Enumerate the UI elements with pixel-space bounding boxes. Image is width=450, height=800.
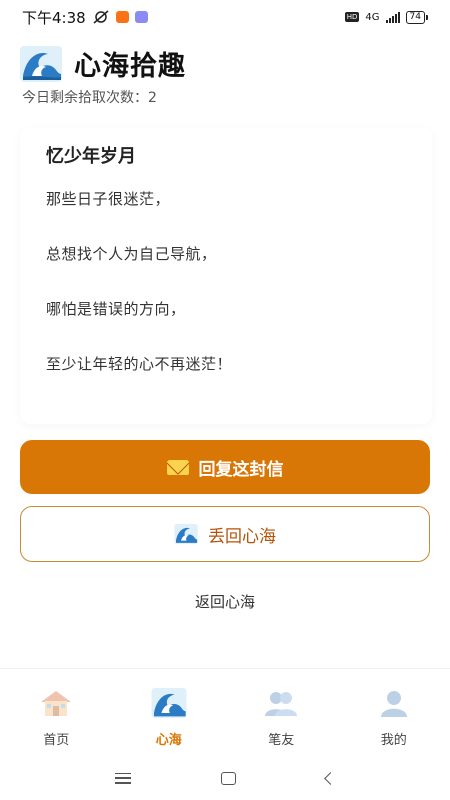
- letter-line: 哪怕是错误的方向，: [46, 300, 186, 318]
- app-header: 心海拾趣: [20, 44, 186, 83]
- tab-home-label: 首页: [43, 733, 70, 748]
- reply-letter-button[interactable]: 回复这封信: [20, 440, 430, 494]
- tab-ocean-label: 心海: [155, 733, 182, 748]
- back-to-sea-link[interactable]: 返回心海: [0, 591, 450, 612]
- battery-tip: [426, 14, 428, 20]
- chat-app-notification-icon: [134, 11, 148, 23]
- network-type: 4G: [365, 11, 380, 23]
- battery-icon: 74: [405, 10, 425, 24]
- letter-line: 那些日子很迷茫，: [46, 190, 171, 208]
- ocean-wave-icon: [174, 524, 198, 544]
- menu-icon[interactable]: [115, 772, 131, 784]
- system-nav-bar: [0, 756, 450, 800]
- hd-badge: HD: [344, 12, 360, 22]
- back-arrow-icon[interactable]: [324, 771, 337, 785]
- status-left: 下午4:38: [22, 7, 148, 28]
- person-icon: [376, 687, 412, 719]
- battery-level: 74: [409, 11, 421, 22]
- ocean-wave-icon: [151, 687, 187, 719]
- letter-line: 至少让年轻的心不再迷茫！: [46, 355, 233, 373]
- status-bar: 下午4:38 HD 4G 74: [0, 0, 450, 34]
- mail-app-notification-icon: [115, 11, 129, 23]
- bottom-tab-bar: 首页 心海 笔友 我的: [0, 668, 450, 754]
- home-square-icon[interactable]: [221, 771, 236, 785]
- tab-profile[interactable]: 我的: [354, 687, 434, 748]
- app-title: 心海拾趣: [74, 51, 186, 82]
- tab-penpals[interactable]: 笔友: [241, 687, 321, 748]
- signal-icon: [385, 11, 400, 23]
- tab-home[interactable]: 首页: [16, 687, 96, 748]
- status-time: 下午4:38: [22, 8, 86, 27]
- toss-back-label: 丢回心海: [208, 526, 276, 547]
- remaining-picks-text: 今日剩余拾取次数：2: [22, 90, 157, 106]
- letter-card: 忆少年岁月 那些日子很迷茫， 总想找个人为自己导航， 哪怕是错误的方向， 至少让…: [20, 128, 432, 424]
- status-right: HD 4G 74: [344, 10, 428, 24]
- tab-profile-label: 我的: [380, 733, 407, 748]
- envelope-icon: [166, 459, 189, 475]
- ocean-wave-icon: [20, 45, 62, 82]
- no-alarm-icon: [93, 10, 109, 24]
- tab-ocean[interactable]: 心海: [129, 687, 209, 748]
- reply-letter-label: 回复这封信: [198, 459, 284, 480]
- tab-penpals-label: 笔友: [268, 733, 295, 748]
- letter-title: 忆少年岁月: [46, 146, 136, 167]
- toss-back-button[interactable]: 丢回心海: [20, 506, 430, 562]
- house-icon: [38, 687, 74, 719]
- letter-line: 总想找个人为自己导航，: [46, 245, 217, 263]
- friends-icon: [263, 687, 299, 719]
